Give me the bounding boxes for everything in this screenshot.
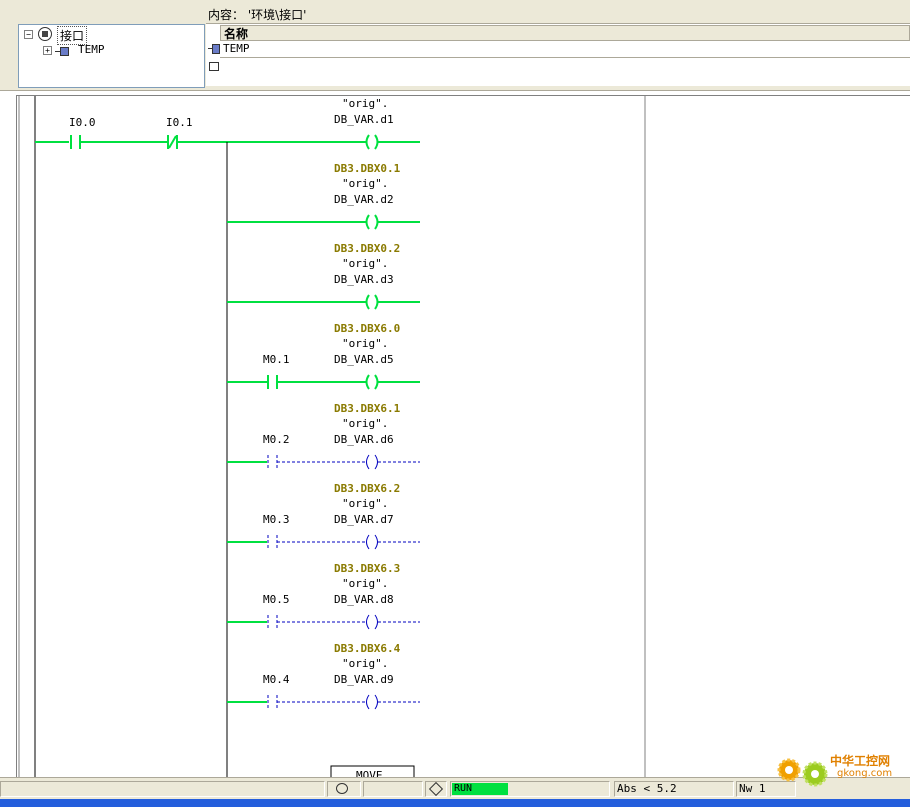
coil-left-arc — [365, 134, 370, 150]
coil-address: DB3.DBX0.1 — [334, 162, 401, 175]
coil-symbol-var: DB_VAR.d1 — [334, 113, 394, 126]
coil-left-arc — [366, 614, 370, 630]
status-diamond-icon — [425, 781, 447, 797]
coil-symbol-db: "orig". — [342, 417, 388, 430]
coil-symbol-var: DB_VAR.d5 — [334, 353, 394, 366]
status-field — [363, 781, 423, 797]
coil-address: DB3.DBX6.1 — [334, 402, 401, 415]
status-mode-field: RUN — [450, 781, 610, 797]
contact-nc-slash — [168, 135, 177, 149]
content-header: 内容： '环境\接口' — [206, 4, 910, 24]
taskbar — [0, 799, 910, 807]
watermark-url: gkong.com — [837, 768, 893, 779]
column-header-name[interactable]: 名称 — [220, 25, 910, 41]
coil-symbol-db: "orig". — [342, 97, 388, 110]
coil-right-arc — [374, 534, 378, 550]
contact-label: M0.4 — [263, 673, 290, 686]
coil-address: DB3.DBX6.3 — [334, 562, 400, 575]
coil-symbol-var: DB_VAR.d3 — [334, 273, 394, 286]
status-bar: RUN Abs < 5.2 Nw 1 — [0, 777, 910, 800]
coil-symbol-db: "orig". — [342, 337, 388, 350]
table-row[interactable]: TEMP — [220, 42, 910, 58]
coil-left-arc — [365, 214, 370, 230]
temp-icon — [55, 47, 69, 56]
tree-item-temp[interactable]: TEMP — [78, 43, 105, 56]
coil-symbol-db: "orig". — [342, 257, 388, 270]
coil-left-arc — [366, 454, 370, 470]
coil-left-arc — [365, 294, 370, 310]
coil-left-arc — [365, 374, 370, 390]
gkong-watermark: 中华工控网 gkong.com — [775, 748, 910, 788]
new-row-icon[interactable] — [209, 62, 219, 71]
coil-right-arc — [374, 374, 379, 390]
coil-symbol-var: DB_VAR.d6 — [334, 433, 394, 446]
contact-label: M0.2 — [263, 433, 290, 446]
ladder-diagram: I0.0 I0.1 "orig". DB_VAR.d1 DB3.DBX0.1 "orig"… — [18, 96, 646, 778]
contact-label: I0.1 — [166, 116, 193, 129]
interface-tree[interactable]: − 接口 + TEMP — [18, 24, 205, 88]
tree-header — [18, 4, 203, 23]
contact-label: M0.1 — [263, 353, 290, 366]
coil-symbol-var: DB_VAR.d2 — [334, 193, 394, 206]
watermark-text: 中华工控网 — [830, 754, 891, 768]
coil-left-arc — [366, 534, 370, 550]
coil-right-arc — [374, 134, 379, 150]
coil-right-arc — [374, 614, 378, 630]
coil-address: DB3.DBX0.2 — [334, 242, 400, 255]
coil-address: DB3.DBX6.0 — [334, 322, 400, 335]
status-message — [0, 781, 325, 797]
expand-icon[interactable]: + — [43, 46, 52, 55]
coil-address: DB3.DBX6.2 — [334, 482, 400, 495]
coil-symbol-db: "orig". — [342, 657, 388, 670]
contact-label: M0.3 — [263, 513, 290, 526]
interface-icon — [38, 27, 52, 41]
run-indicator: RUN — [452, 783, 508, 795]
table-row-empty[interactable] — [220, 59, 910, 75]
coil-symbol-var: DB_VAR.d7 — [334, 513, 394, 526]
coil-symbol-db: "orig". — [342, 177, 388, 190]
coil-right-arc — [374, 214, 379, 230]
status-online-icon — [327, 781, 361, 797]
coil-right-arc — [374, 454, 378, 470]
coil-left-arc — [366, 694, 370, 710]
coil-symbol-var: DB_VAR.d8 — [334, 593, 394, 606]
contact-label: I0.0 — [69, 116, 96, 129]
contact-label: M0.5 — [263, 593, 290, 606]
ladder-editor[interactable]: I0.0 I0.1 "orig". DB_VAR.d1 DB3.DBX0.1 "orig"… — [16, 95, 910, 778]
coil-symbol-var: DB_VAR.d9 — [334, 673, 394, 686]
coil-right-arc — [374, 294, 379, 310]
coil-symbol-db: "orig". — [342, 497, 388, 510]
content-label: 内容： '环境\接口' — [208, 8, 307, 22]
temp-row-icon — [208, 44, 220, 54]
coil-symbol-db: "orig". — [342, 577, 388, 590]
coil-address: DB3.DBX6.4 — [334, 642, 401, 655]
coil-right-arc — [374, 694, 378, 710]
collapse-icon[interactable]: − — [24, 30, 33, 39]
status-abs: Abs < 5.2 — [614, 781, 734, 797]
